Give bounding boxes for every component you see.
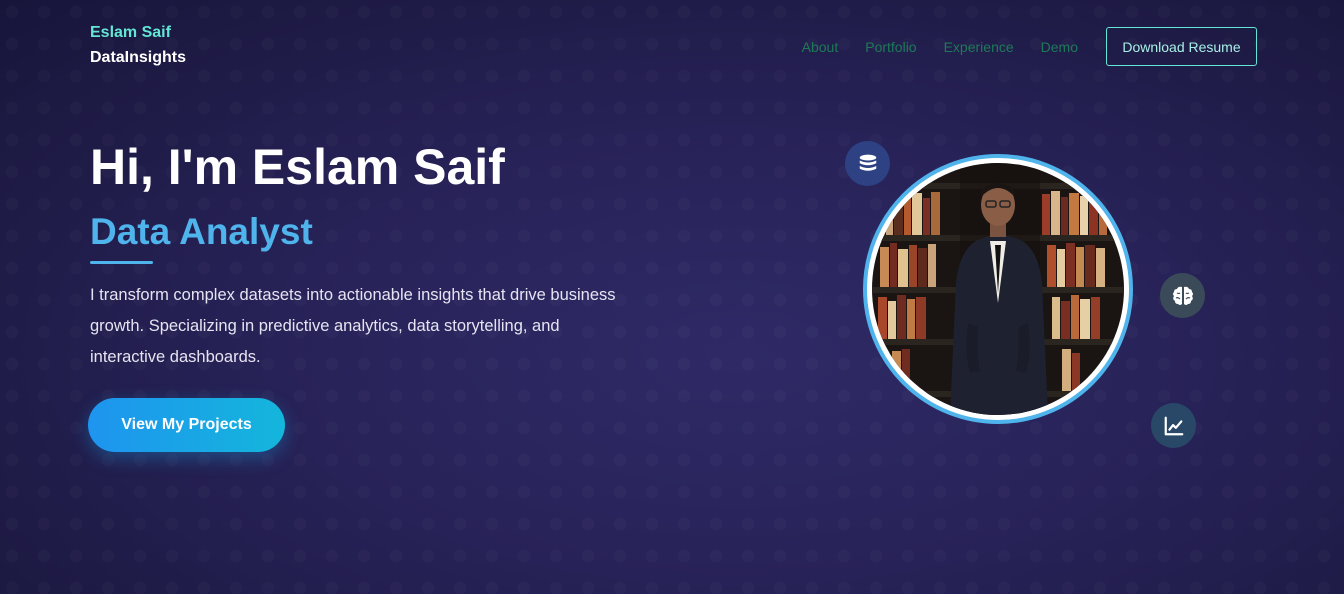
download-resume-button[interactable]: Download Resume xyxy=(1106,27,1257,66)
role-underline xyxy=(90,261,153,264)
nav-link-demo[interactable]: Demo xyxy=(1041,28,1078,66)
nav-link-portfolio[interactable]: Portfolio xyxy=(865,28,916,66)
profile-photo-frame xyxy=(863,154,1133,424)
hero-description: I transform complex datasets into action… xyxy=(90,286,616,366)
main-nav: About Portfolio Experience Demo Download… xyxy=(802,27,1257,66)
brand-name: Eslam Saif xyxy=(90,24,171,41)
hero-role: Data Analyst xyxy=(90,211,313,252)
brand-logo[interactable]: Eslam Saif DataInsights xyxy=(90,24,186,67)
brand-subtitle: DataInsights xyxy=(90,49,187,66)
nav-link-about[interactable]: About xyxy=(802,28,839,66)
brain-icon xyxy=(1160,273,1205,318)
line-chart-icon xyxy=(1151,403,1196,448)
profile-photo xyxy=(872,163,1124,415)
hero-title: Hi, I'm Eslam Saif xyxy=(90,139,505,195)
view-projects-button[interactable]: View My Projects xyxy=(88,398,285,452)
database-icon xyxy=(845,141,890,186)
nav-link-experience[interactable]: Experience xyxy=(944,28,1014,66)
